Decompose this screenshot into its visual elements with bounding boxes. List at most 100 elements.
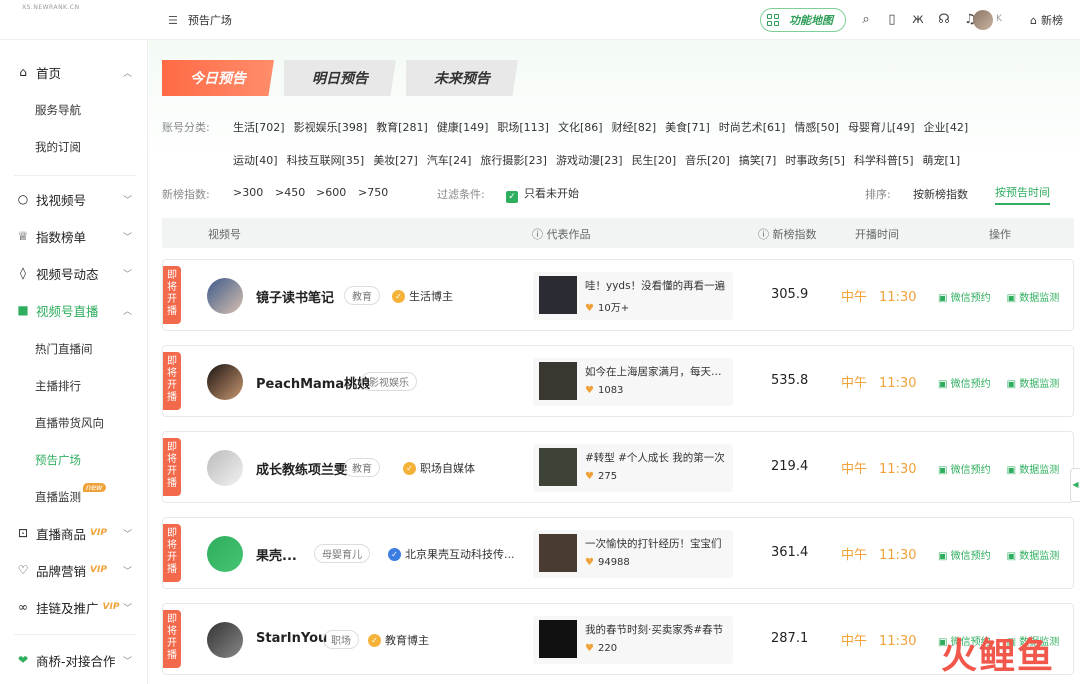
channel-name[interactable]: 果壳... <box>256 545 297 564</box>
wechat-reserve-button[interactable]: ▣ 微信预约 <box>938 293 999 304</box>
representative-work[interactable]: 哇！yyds！没看懂的再看一遍 ♥ 10万+ <box>533 272 733 320</box>
wechat-reserve-button[interactable]: ▣ 微信预约 <box>938 379 999 390</box>
category-option[interactable]: 财经[82] <box>612 121 657 134</box>
filter-not-started-checkbox[interactable]: ✓ 只看未开始 <box>506 185 579 203</box>
avatar[interactable] <box>207 622 243 658</box>
table-row[interactable]: 即将开播 成长教练项兰雯 教育 ✓ 职场自媒体 #转型 #个人成长 我的第一次 ♥… <box>162 431 1074 503</box>
index-option-300[interactable]: >300 <box>233 186 263 199</box>
headset-icon[interactable]: ☊ <box>936 10 952 28</box>
category-option[interactable]: 萌宠[1] <box>923 154 961 167</box>
like-count: ♥ 10万+ <box>585 303 630 314</box>
representative-work[interactable]: 如今在上海居家满月，每天都在 ♥ 1083 <box>533 358 733 406</box>
index-option-600[interactable]: >600 <box>316 186 346 199</box>
menu-icon[interactable]: ☰ <box>168 14 178 27</box>
sidebar-item-products[interactable]: ⊡ 直播商品 VIP ﹀ <box>0 515 148 551</box>
sidebar-item-promo[interactable]: ∞ 挂链及推广 VIP ﹀ <box>0 589 148 625</box>
sidebar-item-home[interactable]: ⌂ 首页 ︿ <box>0 54 148 90</box>
data-monitor-button[interactable]: ▣ 数据监测 <box>1007 465 1068 476</box>
representative-work[interactable]: 我的春节时刻·买卖家秀#春节 ♥ 220 <box>533 616 733 664</box>
sidebar-item-my-subs[interactable]: 我的订阅 <box>35 139 81 155</box>
video-thumbnail[interactable] <box>539 620 577 658</box>
category-option[interactable]: 情感[50] <box>794 121 839 134</box>
representative-work[interactable]: 一次愉快的打针经历！宝宝们 ♥ 94988 <box>533 530 733 578</box>
sort-by-index[interactable]: 按新榜指数 <box>913 186 968 202</box>
help-icon[interactable]: ⓘ <box>758 228 773 241</box>
category-option[interactable]: 运动[40] <box>233 154 278 167</box>
sidebar-item-anchor-rank[interactable]: 主播排行 <box>35 378 81 394</box>
user-avatar[interactable] <box>973 10 993 30</box>
table-row[interactable]: 即将开播 镜子读书笔记 教育 ✓ 生活博主 哇！yyds！没看懂的再看一遍 ♥ 10… <box>162 259 1074 331</box>
category-option[interactable]: 汽车[24] <box>427 154 472 167</box>
index-option-750[interactable]: >750 <box>358 186 388 199</box>
index-option-450[interactable]: >450 <box>275 186 305 199</box>
category-option[interactable]: 科学科普[5] <box>854 154 914 167</box>
category-option[interactable]: 文化[86] <box>558 121 603 134</box>
sidebar-item-business[interactable]: ❤ 商桥-对接合作 ﹀ <box>0 642 148 678</box>
sidebar-item-hot-live[interactable]: 热门直播间 <box>35 341 93 357</box>
category-option[interactable]: 民生[20] <box>632 154 677 167</box>
channel-name[interactable]: PeachMama桃娘 <box>256 373 370 392</box>
avatar[interactable] <box>207 536 243 572</box>
sort-by-time[interactable]: 按预告时间 <box>995 184 1050 205</box>
avatar[interactable] <box>207 450 243 486</box>
category-option[interactable]: 时尚艺术[61] <box>719 121 786 134</box>
butterfly-icon[interactable]: ж <box>910 10 926 28</box>
category-option[interactable]: 音乐[20] <box>685 154 730 167</box>
table-row[interactable]: 即将开播 PeachMama桃娘 影视娱乐 如今在上海居家满月，每天都在 ♥ 10… <box>162 345 1074 417</box>
category-option[interactable]: 搞笑[7] <box>739 154 777 167</box>
tab-tomorrow[interactable]: 明日预告 <box>284 60 396 96</box>
data-monitor-button[interactable]: ▣ 数据监测 <box>1007 551 1068 562</box>
channel-name[interactable]: 成长教练项兰雯 <box>256 459 347 478</box>
video-thumbnail[interactable] <box>539 276 577 314</box>
category-option[interactable]: 企业[42] <box>924 121 969 134</box>
channel-name[interactable]: 镜子读书笔记 <box>256 287 334 306</box>
category-option[interactable]: 生活[702] <box>233 121 285 134</box>
function-map-button[interactable]: 功能地图 <box>760 8 846 32</box>
sidebar-item-live-monitor[interactable]: 直播监测 new <box>35 483 106 505</box>
sidebar-item-service-nav[interactable]: 服务导航 <box>35 102 81 118</box>
category-option[interactable]: 母婴育儿[49] <box>848 121 915 134</box>
collapse-handle[interactable]: ◀ <box>1070 468 1080 502</box>
logo[interactable]: 新视 XS.NEWRANK.CN <box>22 4 1080 684</box>
sidebar-item-sales-trend[interactable]: 直播带货风向 <box>35 415 104 431</box>
category-option[interactable]: 美妆[27] <box>373 154 418 167</box>
data-monitor-button[interactable]: ▣ 数据监测 <box>1007 293 1068 304</box>
sidebar-item-live[interactable]: ■ 视频号直播 ︿ <box>0 292 148 328</box>
category-option[interactable]: 游戏动漫[23] <box>556 154 623 167</box>
table-row[interactable]: 即将开播 果壳... 母婴育儿 ✓ 北京果壳互动科技传... 一次愉快的打针经历！… <box>162 517 1074 589</box>
wechat-reserve-button[interactable]: ▣ 微信预约 <box>938 551 999 562</box>
phone-icon[interactable]: ▯ <box>884 10 900 28</box>
video-thumbnail[interactable] <box>539 448 577 486</box>
sidebar-item-rank[interactable]: ♕ 指数榜单 ﹀ <box>0 218 148 254</box>
sidebar-item-find-channel[interactable]: ○ 找视频号 ﹀ <box>0 181 148 217</box>
sidebar-item-brand[interactable]: ♡ 品牌营销 VIP ﹀ <box>0 552 148 588</box>
row-actions: ▣ 微信预约 ▣ 数据监测 <box>938 547 1075 562</box>
category-option[interactable]: 影视娱乐[398] <box>294 121 368 134</box>
channel-name[interactable]: StarInYou <box>256 631 327 646</box>
data-monitor-button[interactable]: ▣ 数据监测 <box>1007 379 1068 390</box>
sidebar-item-dynamics[interactable]: ◊ 视频号动态 ﹀ <box>0 255 148 291</box>
table-row[interactable]: 即将开播 StarInYou 职场 ✓ 教育博主 我的春节时刻·买卖家秀#春节 ♥… <box>162 603 1074 675</box>
category-option[interactable]: 科技互联网[35] <box>287 154 365 167</box>
help-icon[interactable]: ⓘ <box>532 228 547 241</box>
like-count: ♥ 94988 <box>585 557 630 568</box>
tab-today[interactable]: 今日预告 <box>162 60 274 96</box>
home-link[interactable]: ⌂ 新榜 <box>1030 12 1063 28</box>
vip-badge: VIP <box>102 602 120 612</box>
category-option[interactable]: 美食[71] <box>665 121 710 134</box>
sidebar-item-preview-square[interactable]: 预告广场 <box>35 452 81 468</box>
avatar[interactable] <box>207 278 243 314</box>
video-thumbnail[interactable] <box>539 362 577 400</box>
start-time: 中午 11:30 <box>841 462 917 477</box>
category-option[interactable]: 旅行摄影[23] <box>480 154 547 167</box>
avatar[interactable] <box>207 364 243 400</box>
tab-future[interactable]: 未来预告 <box>406 60 518 96</box>
category-option[interactable]: 职场[113] <box>497 121 549 134</box>
video-thumbnail[interactable] <box>539 534 577 572</box>
category-option[interactable]: 时事政务[5] <box>785 154 845 167</box>
wechat-reserve-button[interactable]: ▣ 微信预约 <box>938 465 999 476</box>
search-icon[interactable]: ⌕ <box>858 10 874 28</box>
representative-work[interactable]: #转型 #个人成长 我的第一次 ♥ 275 <box>533 444 733 492</box>
category-option[interactable]: 教育[281] <box>376 121 428 134</box>
category-option[interactable]: 健康[149] <box>437 121 489 134</box>
